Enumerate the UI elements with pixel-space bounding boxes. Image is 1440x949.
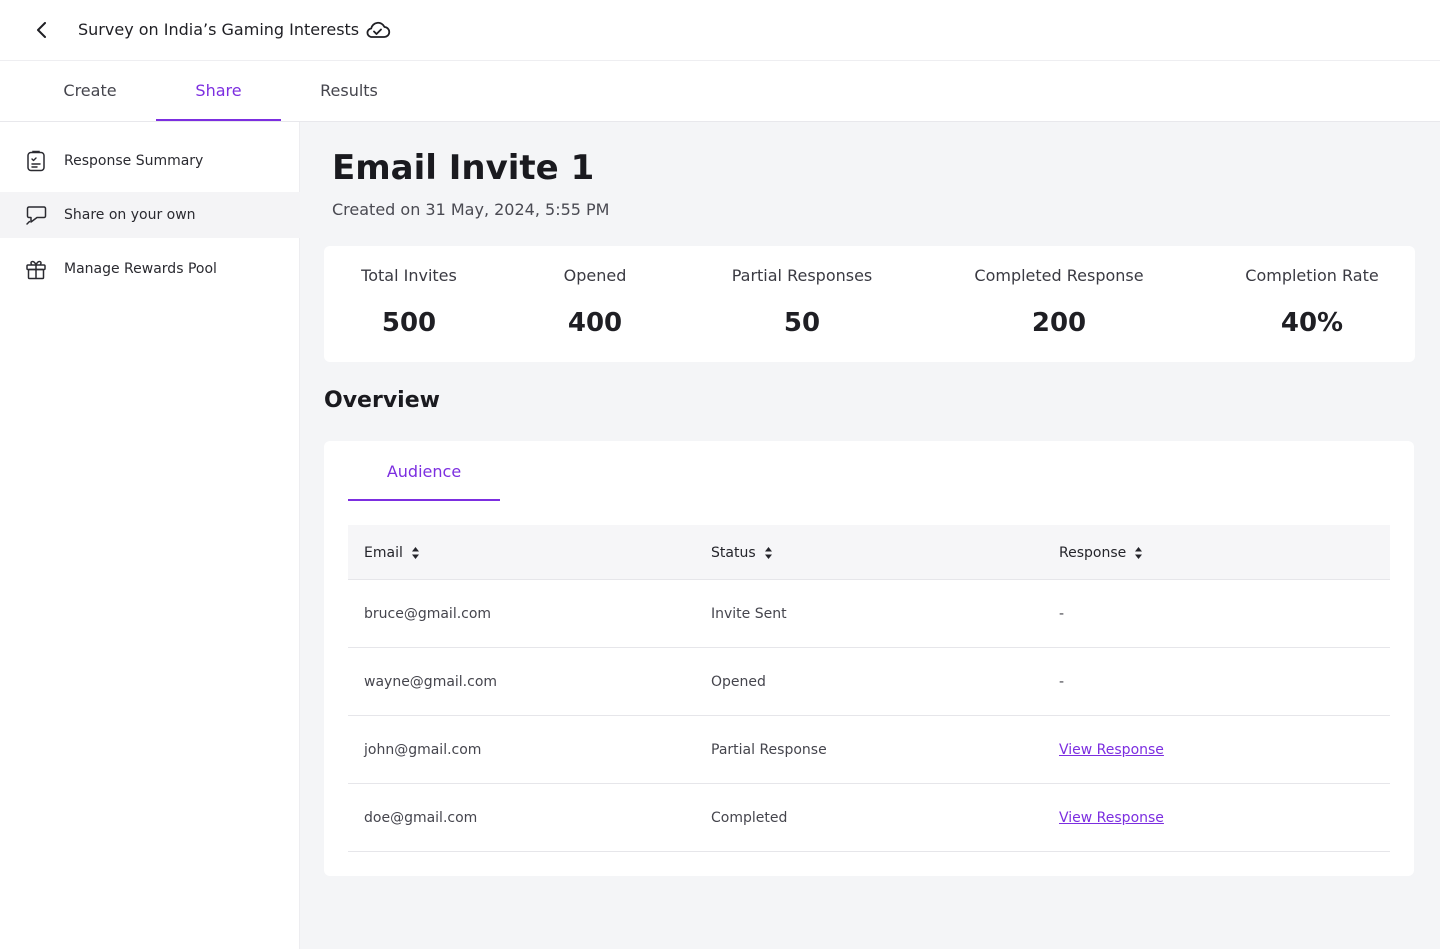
status-cell: Invite Sent [711, 606, 787, 622]
sidebar-item-response-summary[interactable]: Response Summary [0, 138, 300, 184]
created-on-text: Created on 31 May, 2024, 5:55 PM [332, 200, 610, 219]
main-tabs: Create Share Results [0, 61, 1440, 122]
stat-completed-response: Completed Response 200 [964, 246, 1154, 362]
sidebar-item-manage-rewards-pool[interactable]: Manage Rewards Pool [0, 246, 300, 292]
stat-value: 500 [381, 308, 437, 338]
column-header-label: Email [364, 544, 403, 561]
view-response-link[interactable]: View Response [1059, 784, 1164, 852]
stat-value: 200 [1031, 308, 1087, 338]
response-cell: - [1059, 606, 1065, 622]
email-cell: doe@gmail.com [364, 810, 478, 826]
tab-share[interactable]: Share [156, 61, 281, 121]
email-cell: wayne@gmail.com [364, 674, 498, 690]
overview-card: Audience Email Status Response bruce@gma… [324, 441, 1414, 876]
stat-partial-responses: Partial Responses 50 [722, 246, 882, 362]
stat-total-invites: Total Invites 500 [344, 246, 474, 362]
tab-audience[interactable]: Audience [348, 441, 500, 501]
stat-label: Completed Response [974, 266, 1144, 285]
table-header: Email Status Response [348, 525, 1390, 580]
stat-label: Total Invites [361, 266, 457, 285]
column-header-response[interactable]: Response [1059, 525, 1143, 580]
chevron-left-icon [37, 22, 46, 38]
stat-label: Completion Rate [1245, 266, 1379, 285]
sidebar-item-share-on-your-own[interactable]: Share on your own [0, 192, 300, 238]
column-header-label: Status [711, 544, 756, 561]
cloud-saved-icon [366, 21, 391, 38]
table-row: john@gmail.com Partial Response View Res… [348, 716, 1390, 784]
sort-icon [411, 546, 419, 559]
survey-title: Survey on India’s Gaming Interests [78, 20, 360, 39]
stat-value: 400 [567, 308, 623, 338]
table-row: doe@gmail.com Completed View Response [348, 784, 1390, 852]
clipboard-icon [27, 150, 45, 172]
stat-label: Opened [563, 266, 627, 285]
column-header-label: Response [1059, 544, 1127, 561]
stat-label: Partial Responses [731, 266, 873, 285]
stats-card: Total Invites 500 Opened 400 Partial Res… [324, 246, 1415, 362]
top-bar: Survey on India’s Gaming Interests [0, 0, 1440, 61]
view-response-link[interactable]: View Response [1059, 716, 1164, 784]
main-content: Email Invite 1 Created on 31 May, 2024, … [300, 122, 1440, 949]
sidebar-item-label: Share on your own [64, 207, 196, 223]
gift-icon [26, 260, 46, 280]
back-button[interactable] [28, 16, 56, 44]
response-cell: - [1059, 674, 1065, 690]
sidebar-item-label: Response Summary [64, 153, 204, 169]
audience-table: Email Status Response bruce@gmail.com In… [348, 525, 1390, 852]
sort-icon [764, 546, 772, 559]
status-cell: Completed [711, 810, 788, 826]
sort-icon [1135, 546, 1143, 559]
sidebar: Response Summary Share on your own Manag… [0, 122, 300, 949]
page-title: Email Invite 1 [332, 148, 595, 188]
email-cell: bruce@gmail.com [364, 606, 492, 622]
stat-opened: Opened 400 [540, 246, 650, 362]
tab-create[interactable]: Create [24, 61, 156, 121]
column-header-status[interactable]: Status [711, 525, 773, 580]
table-row: bruce@gmail.com Invite Sent - [348, 580, 1390, 648]
status-cell: Partial Response [711, 742, 827, 758]
status-cell: Opened [711, 674, 766, 690]
megaphone-icon [26, 206, 47, 225]
sidebar-item-label: Manage Rewards Pool [64, 261, 217, 277]
stat-completion-rate: Completion Rate 40% [1232, 246, 1392, 362]
stat-value: 40% [1280, 308, 1344, 338]
table-row: wayne@gmail.com Opened - [348, 648, 1390, 716]
tab-results[interactable]: Results [281, 61, 417, 121]
overview-title: Overview [324, 388, 440, 413]
column-header-email[interactable]: Email [364, 525, 420, 580]
stat-value: 50 [783, 308, 821, 338]
email-cell: john@gmail.com [364, 742, 482, 758]
